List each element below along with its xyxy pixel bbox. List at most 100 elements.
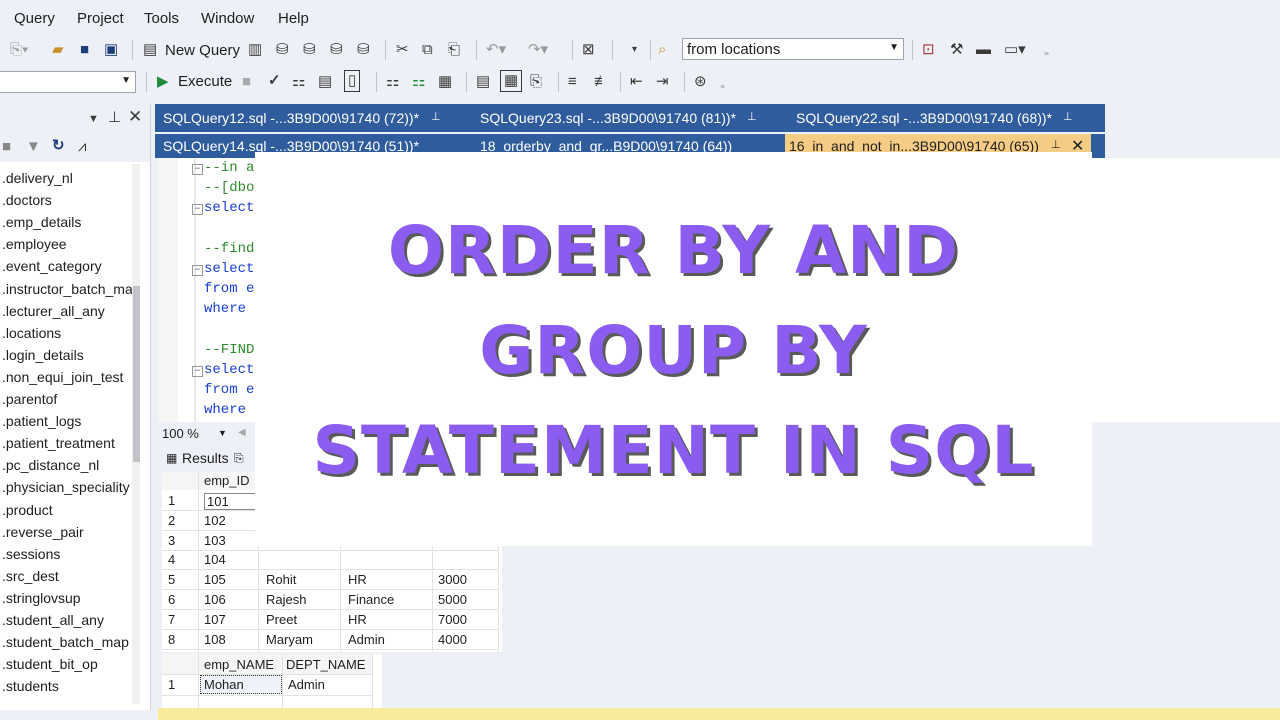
intellisense-icon[interactable]: ▯ — [344, 70, 361, 92]
overflow-icon[interactable]: ₌ — [1044, 44, 1049, 62]
mdx-query-icon[interactable]: ⛁ — [276, 41, 289, 59]
explorer-table-item[interactable]: .event_category — [2, 258, 102, 274]
grid-cell[interactable]: 4000 — [438, 632, 467, 647]
new-query-icon[interactable]: ▤ — [143, 41, 157, 59]
chevron-down-icon[interactable]: ▼ — [88, 110, 99, 128]
grid-cell[interactable]: 105 — [204, 572, 226, 587]
grid-cell[interactable]: HR — [348, 612, 367, 627]
toolbox-icon[interactable]: ▬ — [976, 41, 991, 59]
grid-cell[interactable]: Admin — [348, 632, 385, 647]
fold-toggle-icon[interactable]: − — [192, 164, 203, 175]
comment-icon[interactable]: ≡ — [568, 73, 577, 91]
grid-cell[interactable]: 102 — [204, 513, 226, 528]
live-stats-icon[interactable]: ⚏ — [412, 73, 425, 91]
explorer-table-item[interactable]: .pc_distance_nl — [2, 457, 99, 473]
explorer-table-item[interactable]: .parentof — [2, 391, 57, 407]
selected-cell-emp-name[interactable]: Mohan — [200, 675, 282, 694]
explorer-scrollbar-thumb[interactable] — [133, 286, 140, 462]
open-file-icon[interactable]: ▰ — [52, 41, 64, 59]
database-engine-query-icon[interactable]: ▥ — [248, 41, 262, 59]
undo-icon[interactable]: ↶▾ — [486, 41, 506, 59]
explorer-table-item[interactable]: .delivery_nl — [2, 170, 73, 186]
results-to-grid-icon[interactable]: ▦ — [500, 70, 523, 92]
grid-cell[interactable]: HR — [348, 572, 367, 587]
pin-icon[interactable]: ⊥ — [1063, 110, 1073, 123]
grid-cell[interactable]: 101 — [204, 493, 258, 510]
explorer-table-item[interactable]: .patient_treatment — [2, 435, 115, 451]
tab-sqlquery23[interactable]: SQLQuery23.sql -...3B9D00\91740 (81))* — [480, 110, 736, 126]
results-tab[interactable]: Results — [182, 450, 229, 466]
explorer-table-item[interactable]: .src_dest — [2, 568, 59, 584]
grid-cell[interactable]: 7000 — [438, 612, 467, 627]
copy-icon[interactable]: ⧉ — [422, 41, 433, 59]
menu-help[interactable]: Help — [278, 10, 309, 27]
cut-icon[interactable]: ✂ — [396, 41, 409, 59]
grid-cell[interactable]: 104 — [204, 552, 226, 567]
zoom-level[interactable]: 100 % — [162, 426, 199, 441]
chevron-down-icon[interactable]: ▼ — [218, 428, 227, 438]
grid-cell[interactable]: Admin — [288, 677, 325, 692]
menu-window[interactable]: Window — [201, 10, 254, 27]
explorer-table-item[interactable]: .instructor_batch_ma — [2, 281, 133, 297]
grid-cell[interactable]: 103 — [204, 533, 226, 548]
query-options-icon[interactable]: ▤ — [318, 73, 332, 91]
overflow-icon[interactable]: ₌ — [720, 77, 725, 95]
grid-cell[interactable]: 106 — [204, 592, 226, 607]
new-project-icon[interactable]: ⎘▾ — [10, 41, 28, 59]
explorer-table-item[interactable]: .students — [2, 678, 59, 694]
explorer-table-item[interactable]: .doctors — [2, 192, 52, 208]
fold-toggle-icon[interactable]: − — [192, 265, 203, 276]
grid-cell[interactable]: Finance — [348, 592, 394, 607]
explorer-table-item[interactable]: .student_bit_op — [2, 656, 98, 672]
available-databases-combo[interactable]: ▼ — [0, 71, 136, 93]
explorer-table-item[interactable]: .patient_logs — [2, 413, 81, 429]
grid-cell[interactable]: 107 — [204, 612, 226, 627]
solution-explorer-icon[interactable]: ⊠ — [582, 41, 595, 59]
parse-check-icon[interactable]: ✓ — [268, 72, 281, 90]
grid-cell[interactable]: 3000 — [438, 572, 467, 587]
find-combo[interactable]: from locations ▼ — [682, 38, 904, 60]
messages-icon[interactable]: ⎘ — [234, 451, 244, 466]
pin-icon[interactable]: ⊥ — [1051, 138, 1061, 151]
results-to-text-icon[interactable]: ▤ — [476, 73, 490, 91]
wrench-icon[interactable]: ⚒ — [950, 41, 963, 59]
actual-plan-icon[interactable]: ⚏ — [386, 73, 399, 91]
save-all-icon[interactable]: ▣ — [104, 41, 118, 59]
fold-toggle-icon[interactable]: − — [192, 204, 203, 216]
specify-values-icon[interactable]: ⊛ — [694, 73, 707, 91]
explorer-table-item[interactable]: .emp_details — [2, 214, 81, 230]
tab-sqlquery12[interactable]: SQLQuery12.sql -...3B9D00\91740 (72))* — [163, 110, 419, 126]
stop-icon[interactable]: ■ — [2, 138, 11, 156]
column-header-emp-id[interactable]: emp_ID — [204, 473, 250, 488]
explorer-table-item[interactable]: .sessions — [2, 546, 60, 562]
find-icon[interactable]: ⌕ — [658, 41, 666, 59]
pin-icon[interactable]: ⊥ — [431, 110, 441, 123]
column-header-dept-name[interactable]: DEPT_NAME — [286, 657, 365, 672]
grid-cell[interactable]: Preet — [266, 612, 297, 627]
xmla-query-icon[interactable]: ⛁ — [330, 41, 343, 59]
dax-query-icon[interactable]: ⛁ — [357, 41, 370, 59]
redo-icon[interactable]: ↷▾ — [528, 41, 548, 59]
explorer-table-item[interactable]: .student_batch_map — [2, 634, 129, 650]
increase-indent-icon[interactable]: ⇥ — [656, 73, 669, 91]
explorer-table-item[interactable]: .employee — [2, 236, 67, 252]
menu-project[interactable]: Project — [77, 10, 124, 27]
grid-cell[interactable]: 5000 — [438, 592, 467, 607]
results-to-file-icon[interactable]: ⎘ — [530, 73, 542, 91]
grid-cell[interactable]: Rajesh — [266, 592, 306, 607]
pin-icon[interactable]: ⊥ — [747, 110, 757, 123]
tab-sqlquery22[interactable]: SQLQuery22.sql -...3B9D00\91740 (68))* — [796, 110, 1052, 126]
client-stats-icon[interactable]: ▦ — [438, 73, 452, 91]
menu-tools[interactable]: Tools — [144, 10, 179, 27]
grid-cell[interactable]: Rohit — [266, 572, 296, 587]
fold-toggle-icon[interactable]: − — [192, 366, 203, 377]
explorer-table-item[interactable]: .non_equi_join_test — [2, 369, 123, 385]
explorer-table-item[interactable]: .lecturer_all_any — [2, 303, 105, 319]
scroll-left-icon[interactable]: ◀ — [238, 427, 246, 438]
column-header-emp-name[interactable]: emp_NAME — [204, 657, 274, 672]
explorer-table-item[interactable]: .student_all_any — [2, 612, 104, 628]
grid-cell[interactable]: Maryam — [266, 632, 313, 647]
explorer-table-item[interactable]: .locations — [2, 325, 61, 341]
activity-icon[interactable]: ⩘ — [78, 138, 86, 156]
refresh-icon[interactable]: ↻ — [52, 137, 65, 155]
